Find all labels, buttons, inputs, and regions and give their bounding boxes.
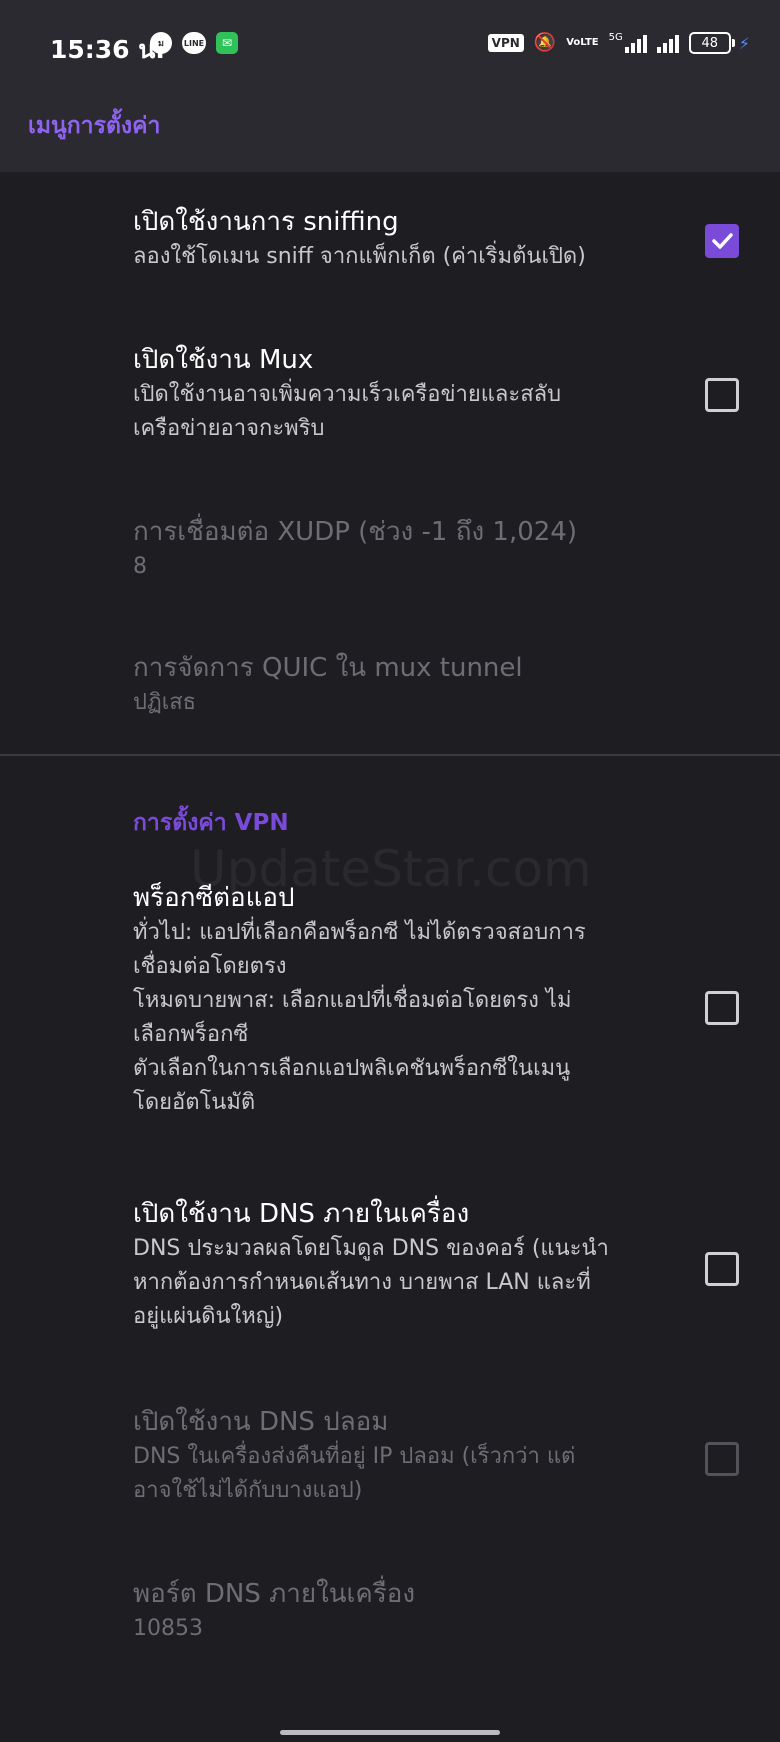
- pref-per-app-proxy-summary-4: เลือกพร็อกซี: [133, 1022, 249, 1047]
- pref-fake-dns-title: เปิดใช้งาน DNS ปลอม: [133, 1407, 389, 1437]
- message-icon: ✉: [216, 32, 238, 54]
- sniffing-checkbox[interactable]: [705, 224, 739, 258]
- signal-1-icon: [624, 33, 647, 53]
- pref-mux-summary-1: เปิดใช้งานอาจเพิ่มความเร็วเครือข่ายและสล…: [133, 382, 562, 407]
- pref-sniffing[interactable]: เปิดใช้งานการ sniffing ลองใช้โดเมน sniff…: [133, 204, 683, 274]
- fake-dns-checkbox: [705, 1442, 739, 1476]
- pref-local-dns-port-value: 10853: [133, 1616, 203, 1641]
- local-dns-checkbox[interactable]: [705, 1252, 739, 1286]
- bell-muted-icon: 🔕: [533, 32, 557, 53]
- pref-local-dns-port-title: พอร์ต DNS ภายในเครื่อง: [133, 1579, 416, 1609]
- pref-xudp-value: 8: [133, 554, 147, 579]
- network-type-label: 5G: [608, 32, 623, 43]
- pref-local-dns-summary-2: หากต้องการกำหนดเส้นทาง บายพาส LAN และที่: [133, 1270, 591, 1295]
- pref-xudp: การเชื่อมต่อ XUDP (ช่วง -1 ถึง 1,024) 8: [133, 514, 683, 584]
- pref-fake-dns: เปิดใช้งาน DNS ปลอม DNS ในเครื่องส่งคืนท…: [133, 1404, 683, 1508]
- volte-icon: VoLTE: [566, 37, 599, 48]
- notification-icons: ม LINE ✉: [150, 32, 238, 54]
- pref-per-app-proxy-summary-6: โดยอัตโนมัติ: [133, 1090, 256, 1115]
- messenger-icon: ม: [150, 32, 172, 54]
- check-icon: [712, 233, 733, 249]
- pref-quic-value: ปฏิเสธ: [133, 690, 197, 715]
- pref-per-app-proxy[interactable]: พร็อกซีต่อแอป ทั่วไป: แอปที่เลือกคือพร็อ…: [133, 880, 683, 1120]
- pref-local-dns-summary-1: DNS ประมวลผลโดยโมดูล DNS ของคอร์ (แนะนำ: [133, 1236, 609, 1261]
- pref-local-dns-summary-3: อยู่แผ่นดินใหญ่): [133, 1304, 284, 1329]
- signal-2-icon: [656, 33, 679, 53]
- line-icon: LINE: [182, 32, 206, 54]
- home-gesture-handle[interactable]: [280, 1730, 500, 1735]
- section-divider: [0, 754, 780, 756]
- system-icons: VPN 🔕 VoLTE 5G 48 ⚡: [487, 32, 750, 54]
- pref-per-app-proxy-summary-3: โหมดบายพาส: เลือกแอปที่เชื่อมต่อโดยตรง ไ…: [133, 988, 572, 1013]
- section-title-vpn: การตั้งค่า VPN: [133, 810, 289, 836]
- mux-checkbox[interactable]: [705, 378, 739, 412]
- pref-mux[interactable]: เปิดใช้งาน Mux เปิดใช้งานอาจเพิ่มความเร็…: [133, 342, 683, 446]
- pref-quic: การจัดการ QUIC ใน mux tunnel ปฏิเสธ: [133, 650, 683, 720]
- vpn-icon: VPN: [487, 34, 524, 52]
- pref-xudp-title: การเชื่อมต่อ XUDP (ช่วง -1 ถึง 1,024): [133, 517, 577, 547]
- pref-mux-title: เปิดใช้งาน Mux: [133, 345, 314, 375]
- pref-per-app-proxy-summary-1: ทั่วไป: แอปที่เลือกคือพร็อกซี ไม่ได้ตรวจ…: [133, 920, 586, 945]
- pref-per-app-proxy-summary-5: ตัวเลือกในการเลือกแอปพลิเคชันพร็อกซีในเม…: [133, 1056, 571, 1081]
- status-bar: 15:36 น. ม LINE ✉ VPN 🔕 VoLTE 5G 48 ⚡: [0, 0, 780, 90]
- battery-level: 48: [688, 32, 731, 54]
- navigation-bar: [0, 1712, 780, 1742]
- pref-sniffing-title: เปิดใช้งานการ sniffing: [133, 207, 399, 237]
- pref-fake-dns-summary-2: อาจใช้ไม่ได้กับบางแอป): [133, 1478, 363, 1503]
- battery-icon: 48 ⚡: [688, 32, 750, 54]
- pref-per-app-proxy-summary-2: เชื่อมต่อโดยตรง: [133, 954, 287, 979]
- pref-fake-dns-summary-1: DNS ในเครื่องส่งคืนที่อยู่ IP ปลอม (เร็ว…: [133, 1444, 576, 1469]
- pref-per-app-proxy-title: พร็อกซีต่อแอป: [133, 883, 295, 913]
- status-time: 15:36 น.: [50, 35, 165, 64]
- page-title: เมนูการตั้งค่า: [28, 113, 161, 139]
- per-app-proxy-checkbox[interactable]: [705, 991, 739, 1025]
- pref-local-dns-title: เปิดใช้งาน DNS ภายในเครื่อง: [133, 1199, 470, 1229]
- pref-mux-summary-2: เครือข่ายอาจกะพริบ: [133, 416, 325, 441]
- app-bar: 15:36 น. ม LINE ✉ VPN 🔕 VoLTE 5G 48 ⚡ เม…: [0, 0, 780, 172]
- pref-quic-title: การจัดการ QUIC ใน mux tunnel: [133, 653, 523, 683]
- pref-local-dns-port: พอร์ต DNS ภายในเครื่อง 10853: [133, 1576, 683, 1646]
- pref-local-dns[interactable]: เปิดใช้งาน DNS ภายในเครื่อง DNS ประมวลผล…: [133, 1196, 683, 1334]
- charging-icon: ⚡: [738, 33, 750, 53]
- pref-sniffing-summary: ลองใช้โดเมน sniff จากแพ็กเก็ต (ค่าเริ่มต…: [133, 244, 586, 269]
